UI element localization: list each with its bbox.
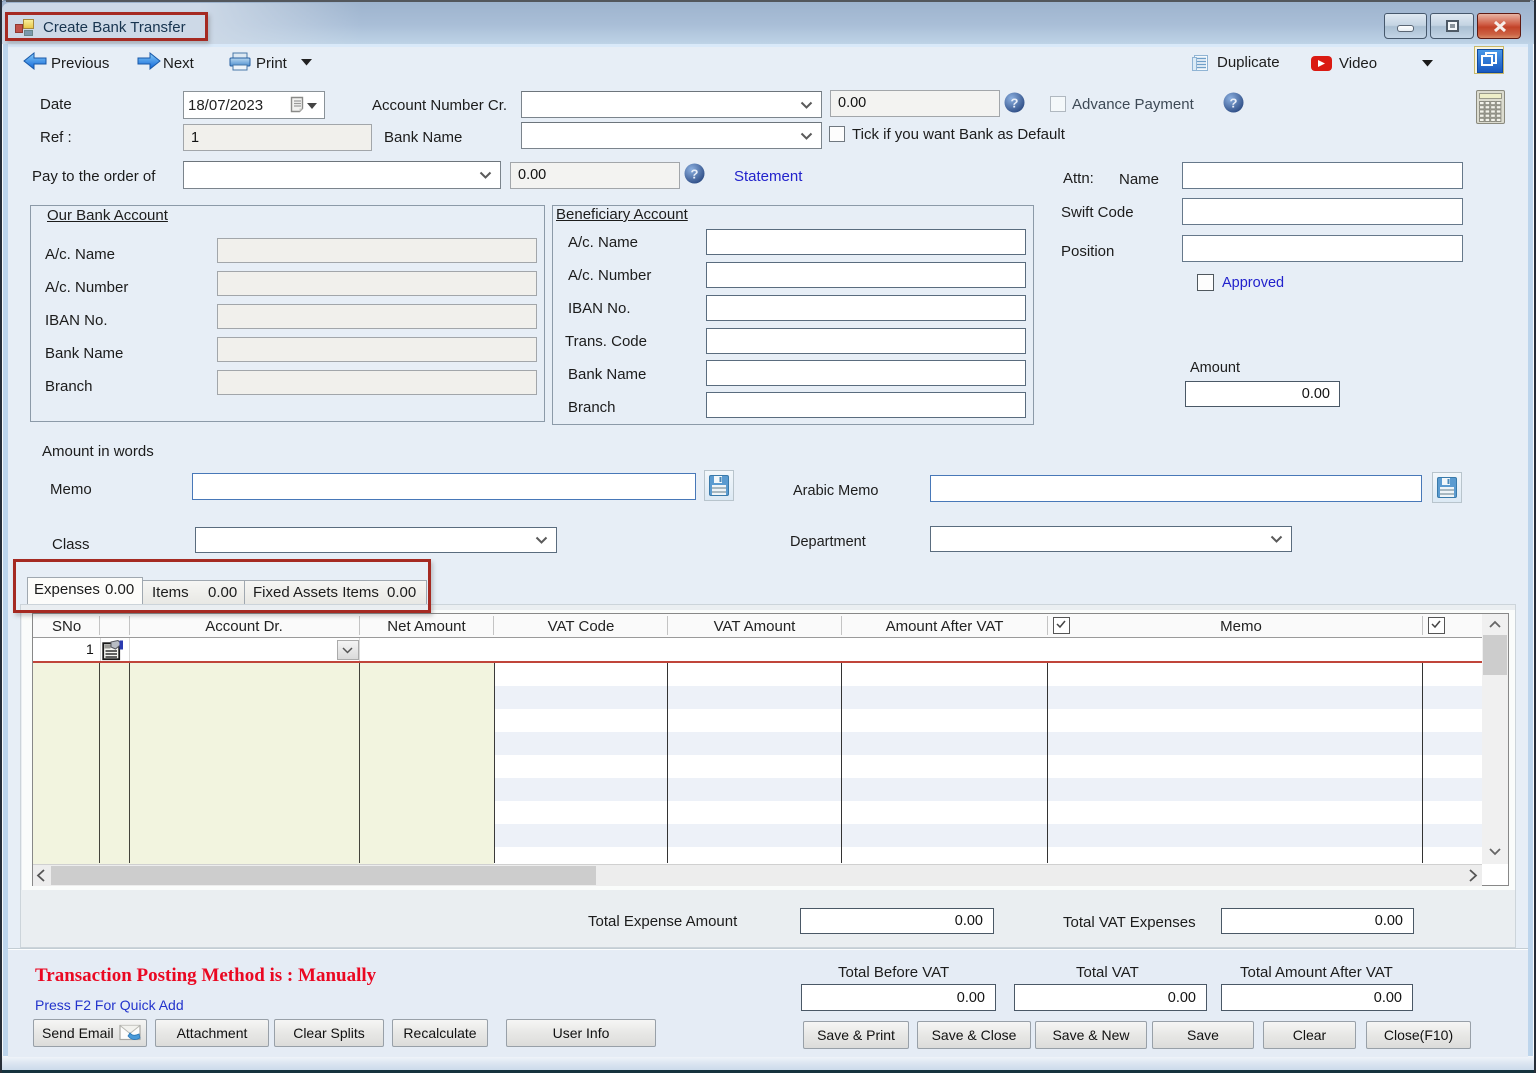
svg-text:?: ? (1011, 96, 1019, 111)
svg-text:?: ? (691, 167, 699, 182)
svg-text:?: ? (1230, 96, 1238, 111)
